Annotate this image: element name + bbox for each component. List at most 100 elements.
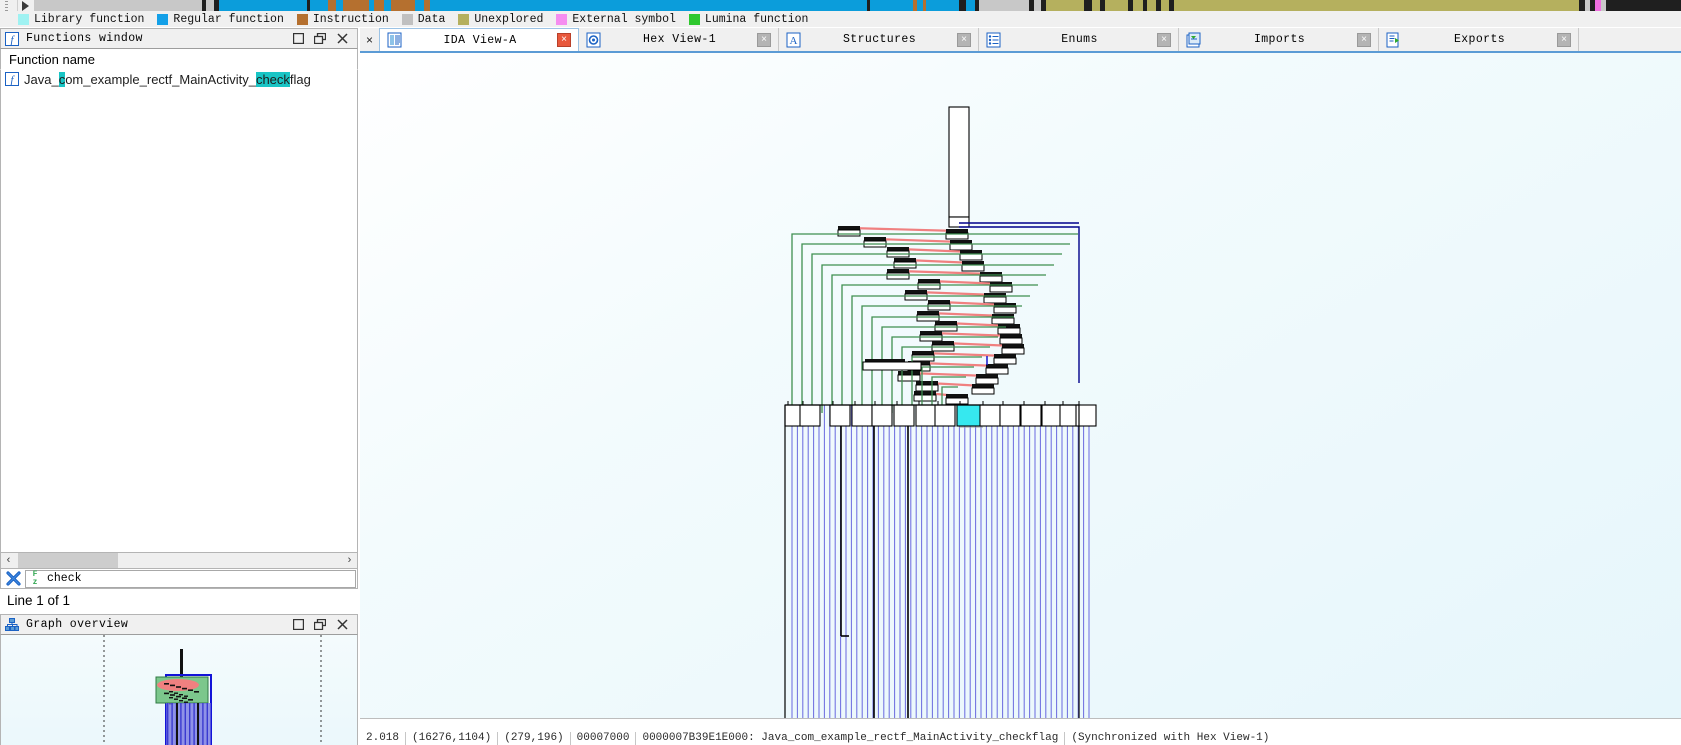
graph-node[interactable] [971, 387, 995, 395]
graph-node[interactable] [985, 367, 1009, 375]
graph-node[interactable] [993, 306, 1017, 314]
function-name-column-header[interactable]: Function name [0, 49, 358, 70]
navigator-band[interactable] [34, 0, 1681, 11]
graph-node-entry-tail[interactable] [948, 216, 970, 228]
graph-node[interactable] [917, 282, 941, 290]
graph-overview-thumbnail[interactable] [0, 635, 358, 745]
graph-node[interactable] [931, 344, 955, 352]
graph-node[interactable] [904, 293, 928, 301]
navigator-play-arrow-icon[interactable] [22, 1, 29, 11]
graph-node[interactable] [934, 324, 958, 332]
graph-node[interactable] [886, 272, 910, 280]
graph-node-leaf[interactable] [829, 404, 851, 427]
list-item[interactable]: f Java_com_example_rectf_MainActivity_ch… [1, 70, 357, 88]
graph-node[interactable] [993, 357, 1017, 365]
disassembly-graph[interactable] [360, 53, 1681, 718]
navigator-segment [390, 0, 416, 11]
graph-node[interactable] [1001, 347, 1025, 355]
functions-window-restore-button[interactable] [309, 30, 331, 48]
graph-node-leaf[interactable] [979, 404, 1001, 427]
graph-node-leaf[interactable] [1041, 404, 1063, 427]
graph-overview-restore-button[interactable] [309, 616, 331, 634]
tab-close-icon[interactable]: × [957, 32, 971, 47]
graph-node[interactable] [961, 264, 985, 272]
tab-close-icon[interactable]: × [757, 32, 771, 47]
status-cursor: (279,196) [498, 732, 571, 745]
fz-filter-icon: Fz [32, 569, 38, 587]
graph-node[interactable] [975, 377, 999, 385]
functions-window-close-button[interactable] [331, 30, 353, 48]
legend-label: Data [417, 12, 446, 26]
tab-hex-view-1[interactable]: Hex View-1 × [579, 28, 779, 51]
graph-node[interactable] [927, 303, 951, 311]
graph-node[interactable] [959, 253, 983, 261]
graph-node[interactable] [919, 334, 943, 342]
functions-window-maximize-button[interactable] [287, 30, 309, 48]
graph-overview-maximize-button[interactable] [287, 616, 309, 634]
graph-node-leaf[interactable] [851, 404, 873, 427]
navigator-segment [1160, 0, 1169, 11]
tab-close-icon[interactable]: × [1357, 32, 1371, 47]
scroll-right-icon[interactable]: › [342, 553, 357, 568]
functions-filter-input[interactable]: Fz check [25, 569, 356, 588]
graph-overview-titlebar: Graph overview [0, 614, 358, 635]
graph-node[interactable] [949, 243, 973, 251]
navigator-segment [415, 0, 424, 11]
legend-item: Data [401, 12, 446, 26]
graph-node[interactable] [916, 314, 940, 322]
functions-list-hscrollbar[interactable]: ‹ › [0, 552, 358, 569]
hex-view-icon [586, 32, 602, 48]
scroll-left-icon[interactable]: ‹ [1, 553, 16, 568]
graph-node[interactable] [999, 337, 1023, 345]
clear-filter-icon[interactable] [1, 571, 25, 586]
graph-node[interactable] [983, 296, 1007, 304]
tab-imports[interactable]: Imports × [1179, 28, 1379, 51]
graph-overview-canvas[interactable] [1, 635, 357, 745]
ida-graph-view[interactable] [360, 53, 1681, 718]
exports-icon [1386, 32, 1402, 48]
hscroll-track[interactable] [16, 553, 342, 568]
legend-swatch-icon [296, 13, 308, 25]
graph-node[interactable] [837, 229, 861, 237]
navigator-segment [1147, 0, 1156, 11]
line-info-text: Line 1 of 1 [7, 592, 71, 608]
graph-node-leaf[interactable] [934, 404, 956, 427]
tab-close-icon[interactable]: × [1557, 32, 1571, 47]
graph-node[interactable] [913, 394, 937, 402]
graph-node-leaf[interactable] [799, 404, 821, 427]
tab-close-icon[interactable]: × [1157, 32, 1171, 47]
tab-exports[interactable]: Exports × [1379, 28, 1579, 51]
graph-node-leaf[interactable] [999, 404, 1021, 427]
navigator-segment [423, 0, 431, 11]
functions-line-info: Line 1 of 1 [0, 589, 358, 611]
graph-node-selected[interactable] [956, 404, 982, 427]
graph-node-wide[interactable] [862, 361, 922, 371]
graph-node[interactable] [945, 397, 969, 405]
graph-node[interactable] [979, 275, 1003, 283]
graph-node[interactable] [915, 384, 939, 392]
close-all-tabs-icon[interactable]: × [360, 28, 379, 51]
graph-node[interactable] [997, 327, 1021, 335]
graph-node-entry[interactable] [948, 106, 970, 218]
tab-close-icon[interactable]: × [557, 33, 571, 47]
functions-list[interactable]: f Java_com_example_rectf_MainActivity_ch… [0, 70, 358, 552]
legend-item: Instruction [296, 13, 389, 26]
graph-node[interactable] [911, 354, 935, 362]
graph-node-leaf[interactable] [915, 404, 937, 427]
graph-node[interactable] [991, 317, 1015, 325]
tab-structures[interactable]: A Structures × [779, 28, 979, 51]
tab-enums[interactable]: Enums × [979, 28, 1179, 51]
graph-overview-panel: Graph overview [0, 614, 358, 635]
navigator-segment [1092, 0, 1101, 11]
graph-overview-close-button[interactable] [331, 616, 353, 634]
tab-ida-view-a[interactable]: IDA View-A × [379, 28, 579, 51]
graph-node[interactable] [897, 374, 921, 382]
graph-node-leaf[interactable] [1020, 404, 1042, 427]
function-name-column-label: Function name [9, 51, 95, 67]
hscroll-thumb[interactable] [18, 553, 118, 568]
graph-overview-title: Graph overview [26, 618, 129, 631]
functions-filter-value: check [47, 572, 82, 585]
graph-node-leaf[interactable] [893, 404, 915, 427]
graph-node-leaf[interactable] [871, 404, 893, 427]
graph-node[interactable] [989, 285, 1013, 293]
